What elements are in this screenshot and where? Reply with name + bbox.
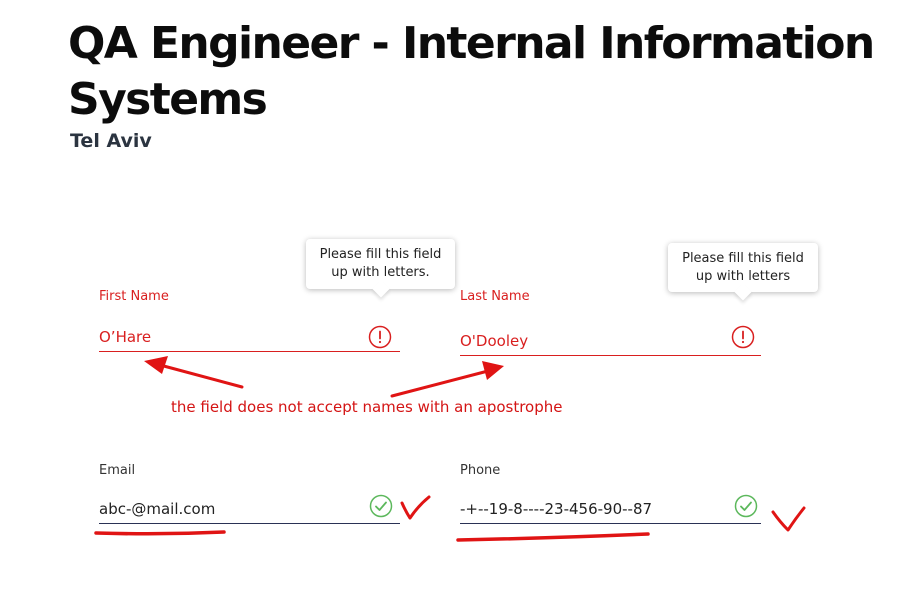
annotation-checkmark-phone (771, 506, 806, 532)
phone-input[interactable] (460, 494, 761, 524)
first-name-field: First Name (99, 289, 400, 353)
exclamation-circle-icon (368, 325, 392, 349)
annotation-note: the field does not accept names with an … (171, 398, 563, 416)
first-name-tooltip: Please fill this field up with letters. (306, 239, 455, 289)
exclamation-circle-icon (731, 325, 755, 349)
annotation-arrow-right (390, 361, 504, 398)
job-location: Tel Aviv (70, 130, 152, 152)
phone-label: Phone (460, 463, 501, 478)
phone-field: Phone (460, 463, 761, 525)
last-name-tooltip: Please fill this field up with letters (668, 243, 818, 292)
annotation-underline-phone (456, 532, 650, 542)
last-name-label: Last Name (460, 289, 530, 304)
email-label: Email (99, 463, 136, 478)
annotation-underline-email (94, 530, 226, 536)
annotation-checkmark-email (400, 495, 431, 520)
email-input[interactable] (99, 494, 400, 524)
check-circle-icon (734, 494, 758, 518)
first-name-input[interactable] (99, 322, 400, 352)
first-name-label: First Name (99, 289, 169, 304)
last-name-field: Last Name (460, 289, 761, 357)
annotation-arrow-left (144, 356, 244, 389)
job-title: QA Engineer - Internal Information Syste… (68, 18, 875, 125)
check-circle-icon (369, 494, 393, 518)
email-field: Email (99, 463, 400, 525)
last-name-input[interactable] (460, 326, 761, 356)
